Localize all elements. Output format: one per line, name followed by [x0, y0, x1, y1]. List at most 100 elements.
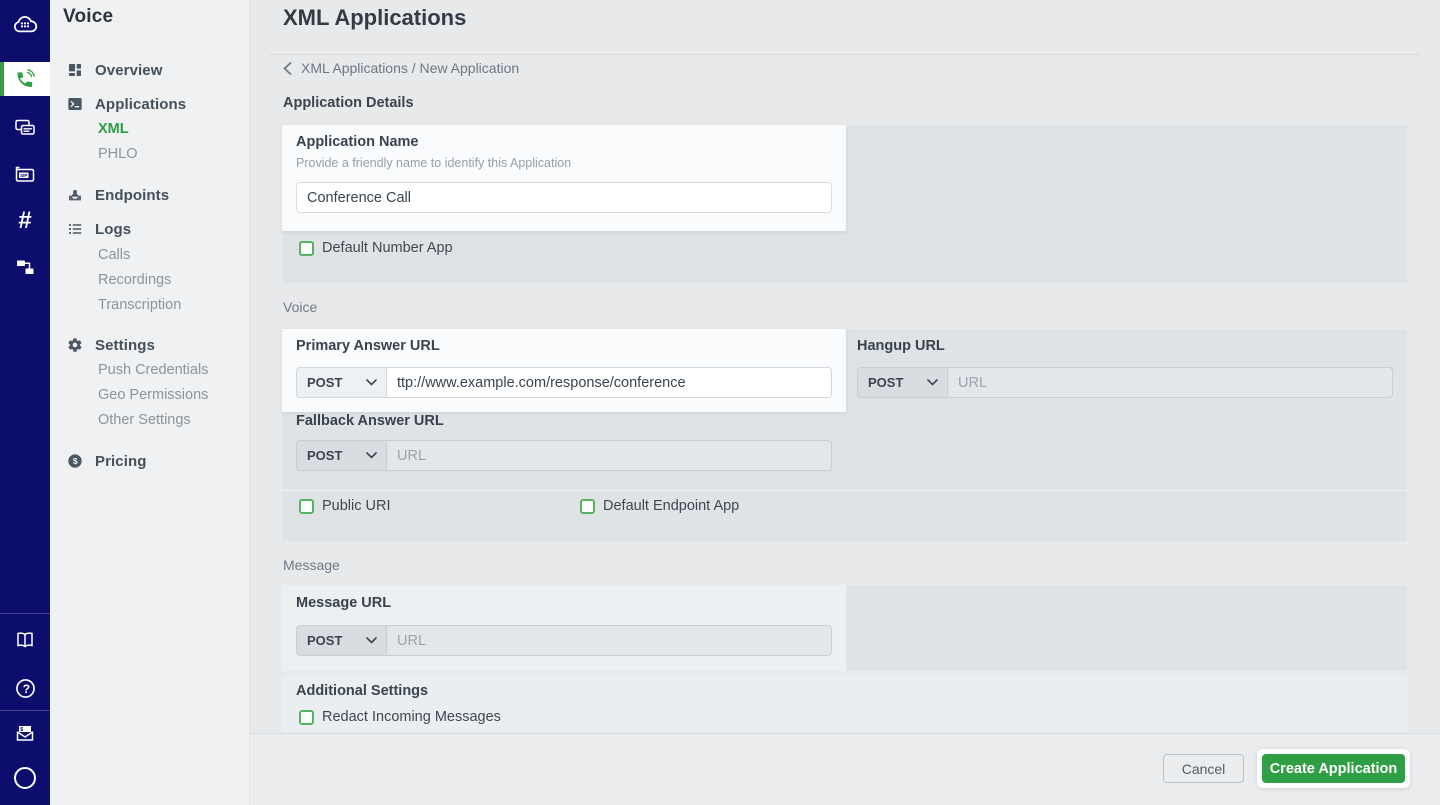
sidebar-item-other-settings[interactable]: Other Settings — [98, 410, 191, 430]
sip-trunking-icon[interactable]: SIP — [0, 155, 50, 195]
sidebar-item-calls[interactable]: Calls — [98, 245, 130, 265]
terminal-icon — [66, 96, 83, 113]
chevron-down-icon — [927, 379, 938, 386]
dollar-icon: $ — [66, 453, 83, 470]
fallback-method-select[interactable]: POST — [297, 441, 387, 470]
section-title-additional-settings: Additional Settings — [296, 683, 428, 699]
additional-settings-block: Additional Settings Redact Incoming Mess… — [282, 675, 1407, 733]
sidebar-item-pricing[interactable]: $ Pricing — [50, 450, 250, 472]
sidebar-item-overview[interactable]: Overview — [50, 59, 250, 81]
svg-text:$: $ — [72, 456, 77, 466]
phone-numbers-icon[interactable]: # — [0, 201, 50, 241]
redact-incoming-messages-checkbox[interactable] — [299, 710, 314, 725]
sidebar-item-label: PHLO — [98, 146, 138, 162]
sidebar-item-geo-permissions[interactable]: Geo Permissions — [98, 385, 208, 405]
sidebar-item-logs[interactable]: Logs — [50, 218, 250, 240]
sidebar-item-transcription[interactable]: Transcription — [98, 295, 181, 315]
dashboard-icon — [66, 62, 83, 79]
account-avatar[interactable] — [0, 758, 50, 798]
sidebar-item-label: Calls — [98, 247, 130, 263]
default-number-app-checkbox[interactable] — [299, 241, 314, 256]
sidebar-item-label: Settings — [95, 337, 155, 354]
sidebar-item-settings[interactable]: Settings — [50, 334, 250, 356]
primary-answer-url-card: Primary Answer URL POST — [282, 329, 846, 412]
hangup-url-control: POST — [857, 367, 1393, 398]
sidebar-item-label: Applications — [95, 96, 186, 113]
section-title-voice: Voice — [283, 299, 317, 315]
fallback-answer-url-control: POST — [296, 440, 832, 471]
sidebar-item-endpoints[interactable]: Endpoints — [50, 184, 250, 206]
breadcrumb[interactable]: XML Applications / New Application — [283, 60, 519, 76]
voice-block-divider — [282, 490, 1407, 491]
list-icon — [66, 221, 83, 238]
page-title: XML Applications — [283, 5, 466, 31]
back-chevron-icon — [283, 62, 292, 75]
title-divider — [269, 54, 1420, 55]
fallback-answer-url-label: Fallback Answer URL — [296, 413, 444, 429]
primary-method-select[interactable]: POST — [297, 368, 387, 397]
gear-icon — [66, 337, 83, 354]
public-uri-checkbox[interactable] — [299, 499, 314, 514]
default-number-app-label: Default Number App — [322, 240, 453, 256]
endpoint-icon — [66, 187, 83, 204]
hangup-method-select[interactable]: POST — [858, 368, 948, 397]
sidebar-item-applications[interactable]: Applications — [50, 93, 250, 115]
sidebar-item-phlo[interactable]: PHLO — [98, 144, 138, 164]
redact-incoming-messages-label: Redact Incoming Messages — [322, 709, 501, 725]
primary-answer-url-input[interactable] — [387, 368, 831, 397]
message-url-label: Message URL — [296, 595, 391, 611]
create-application-button[interactable]: Create Application — [1262, 754, 1405, 783]
sidebar-item-label: Geo Permissions — [98, 387, 208, 403]
create-application-highlight: Create Application — [1257, 749, 1410, 788]
message-url-control: POST — [296, 625, 832, 656]
product-rail: SIP # ? — [0, 0, 50, 805]
billing-icon[interactable]: $ — [0, 713, 50, 753]
application-name-label: Application Name — [296, 134, 418, 150]
application-name-input[interactable] — [296, 182, 832, 213]
sidebar-item-label: Recordings — [98, 272, 171, 288]
application-name-help: Provide a friendly name to identify this… — [296, 156, 571, 170]
svg-text:?: ? — [22, 681, 29, 695]
form-footer: Cancel Create Application — [250, 733, 1440, 805]
rail-divider — [0, 613, 50, 614]
svg-text:$: $ — [20, 727, 23, 733]
sidebar-item-xml[interactable]: XML — [98, 119, 129, 139]
sidebar-item-label: Transcription — [98, 297, 181, 313]
section-title-application-details: Application Details — [283, 95, 414, 111]
messaging-icon[interactable] — [0, 108, 50, 148]
cancel-button[interactable]: Cancel — [1163, 754, 1244, 783]
primary-answer-url-control: POST — [296, 367, 832, 398]
hangup-url-input[interactable] — [948, 368, 1392, 397]
sidebar-item-label: Push Credentials — [98, 362, 208, 378]
sidebar-item-label: Endpoints — [95, 187, 169, 204]
public-uri-label: Public URI — [322, 498, 391, 514]
sidebar-item-label: Pricing — [95, 453, 147, 470]
plivo-cloud-logo-icon[interactable] — [0, 5, 50, 45]
sidebar-item-label: Other Settings — [98, 412, 191, 428]
primary-answer-url-label: Primary Answer URL — [296, 338, 440, 354]
sidebar-item-label: Overview — [95, 62, 163, 79]
rail-divider — [0, 710, 50, 711]
hangup-url-label: Hangup URL — [857, 338, 945, 354]
voice-phone-icon[interactable] — [0, 62, 50, 96]
message-url-input[interactable] — [387, 626, 831, 655]
phlo-icon[interactable] — [0, 247, 50, 287]
plivo-console: SIP # ? — [0, 0, 1440, 805]
breadcrumb-text: XML Applications / New Application — [301, 60, 519, 76]
message-method-select[interactable]: POST — [297, 626, 387, 655]
fallback-answer-url-input[interactable] — [387, 441, 831, 470]
sidebar-item-recordings[interactable]: Recordings — [98, 270, 171, 290]
help-icon[interactable]: ? — [0, 668, 50, 708]
docs-icon[interactable] — [0, 620, 50, 660]
section-title-message: Message — [283, 557, 340, 573]
sidebar-item-label: XML — [98, 121, 129, 137]
sidebar-item-label: Logs — [95, 221, 131, 238]
svg-text:SIP: SIP — [20, 173, 27, 178]
chevron-down-icon — [366, 637, 377, 644]
default-endpoint-app-label: Default Endpoint App — [603, 498, 739, 514]
default-endpoint-app-checkbox[interactable] — [580, 499, 595, 514]
voice-sidebar: Voice Overview Applications XML — [50, 0, 250, 805]
sidebar-item-push-credentials[interactable]: Push Credentials — [98, 360, 208, 380]
sidebar-title: Voice — [63, 6, 113, 28]
chevron-down-icon — [366, 379, 377, 386]
